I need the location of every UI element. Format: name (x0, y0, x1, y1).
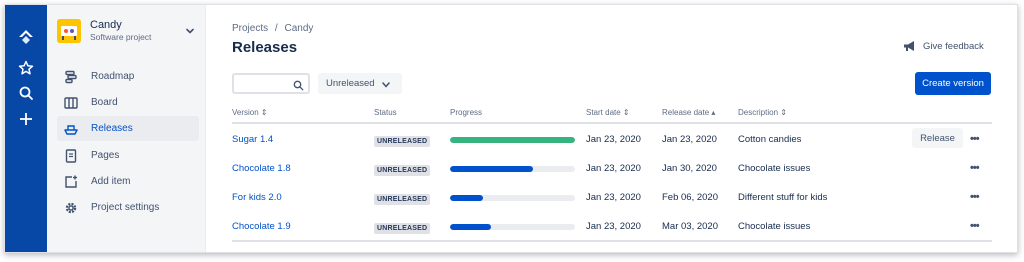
column-header-release-date[interactable]: Release date ▴ (662, 108, 715, 117)
version-link[interactable]: Chocolate 1.8 (232, 163, 291, 174)
search-icon[interactable] (14, 81, 38, 105)
more-actions-icon[interactable]: ••• (970, 191, 980, 203)
column-header-version[interactable]: Version ⇕ (232, 108, 268, 117)
release-button[interactable]: Release (912, 128, 963, 148)
sidebar-item-board[interactable]: Board (57, 90, 199, 115)
give-feedback-label: Give feedback (923, 40, 984, 52)
table-row: Chocolate 1.9 UNRELEASED Jan 23, 2020 Ma… (232, 211, 992, 240)
sidebar-item-label: Pages (91, 150, 120, 161)
breadcrumb-separator: / (274, 23, 278, 34)
plus-icon[interactable] (14, 107, 38, 131)
start-date: Jan 23, 2020 (586, 134, 641, 145)
status-badge: UNRELEASED (374, 223, 431, 234)
sidebar-item-label: Board (91, 97, 118, 108)
app-window: Candy Software project Roadmap Board Rel… (4, 4, 1018, 253)
start-date: Jan 23, 2020 (586, 163, 641, 174)
jira-logo-icon[interactable] (14, 25, 38, 49)
star-icon[interactable] (14, 56, 38, 80)
sidebar-item-label: Roadmap (91, 71, 135, 82)
table-header: Version ⇕ Status Progress Start date ⇕ R… (232, 105, 992, 124)
project-type: Software project (90, 32, 152, 42)
search-input[interactable] (232, 73, 310, 94)
description: Cotton candies (738, 134, 802, 145)
page-title: Releases (232, 39, 298, 56)
main-content: Projects / Candy Releases Give feedback … (205, 5, 1017, 252)
more-actions-icon[interactable]: ••• (970, 133, 980, 145)
breadcrumb-candy[interactable]: Candy (284, 23, 313, 34)
ship-icon (63, 121, 79, 137)
sidebar-item-releases[interactable]: Releases (57, 116, 199, 141)
chevron-down-icon (382, 80, 390, 91)
column-header-progress: Progress (450, 108, 483, 117)
create-version-button[interactable]: Create version (915, 72, 991, 95)
table-row: Chocolate 1.8 UNRELEASED Jan 23, 2020 Ja… (232, 153, 992, 182)
table-divider (232, 240, 992, 242)
sidebar-item-pages[interactable]: Pages (57, 143, 199, 168)
give-feedback-button[interactable]: Give feedback (903, 39, 984, 53)
release-date: Jan 23, 2020 (662, 134, 717, 145)
progress-fill (450, 224, 492, 230)
status-filter-dropdown[interactable]: Unreleased (318, 73, 402, 94)
megaphone-icon (903, 40, 917, 52)
gear-icon (63, 200, 79, 216)
progress-fill (450, 137, 575, 143)
progress-bar (450, 166, 575, 172)
column-header-status: Status (374, 108, 397, 117)
progress-fill (450, 195, 483, 201)
table-row: For kids 2.0 UNRELEASED Jan 23, 2020 Feb… (232, 182, 992, 211)
column-header-description[interactable]: Description ⇕ (738, 108, 787, 117)
more-actions-icon[interactable]: ••• (970, 220, 980, 232)
version-link[interactable]: For kids 2.0 (232, 192, 282, 203)
chevron-down-icon[interactable] (185, 23, 195, 41)
description: Chocolate issues (738, 163, 811, 174)
global-nav (5, 5, 47, 252)
version-link[interactable]: Sugar 1.4 (232, 134, 273, 145)
release-date: Jan 30, 2020 (662, 163, 717, 174)
page-icon (63, 148, 79, 164)
progress-fill (450, 166, 533, 172)
column-header-start-date[interactable]: Start date ⇕ (586, 108, 630, 117)
release-date: Mar 03, 2020 (662, 221, 718, 232)
more-actions-icon[interactable]: ••• (970, 162, 980, 174)
releases-table: Version ⇕ Status Progress Start date ⇕ R… (232, 105, 992, 242)
search-icon (293, 78, 304, 96)
status-badge: UNRELEASED (374, 194, 431, 205)
breadcrumb: Projects / Candy (232, 23, 313, 34)
description: Different stuff for kids (738, 192, 828, 203)
table-row: Sugar 1.4 UNRELEASED Jan 23, 2020 Jan 23… (232, 124, 992, 153)
progress-bar (450, 137, 575, 143)
sidebar-item-label: Project settings (91, 202, 160, 213)
project-avatar (57, 19, 81, 43)
progress-bar (450, 195, 575, 201)
status-badge: UNRELEASED (374, 165, 431, 176)
sidebar-item-roadmap[interactable]: Roadmap (57, 64, 199, 89)
version-link[interactable]: Chocolate 1.9 (232, 221, 291, 232)
sidebar-item-label: Add item (91, 176, 131, 187)
release-date: Feb 06, 2020 (662, 192, 718, 203)
status-badge: UNRELEASED (374, 136, 431, 147)
project-sidebar: Candy Software project Roadmap Board Rel… (47, 5, 206, 252)
project-switcher[interactable]: Candy Software project (57, 19, 195, 53)
start-date: Jan 23, 2020 (586, 221, 641, 232)
breadcrumb-projects[interactable]: Projects (232, 23, 268, 34)
project-name: Candy (90, 19, 122, 31)
progress-bar (450, 224, 575, 230)
sidebar-item-label: Releases (91, 123, 133, 134)
filter-selected-value: Unreleased (326, 78, 375, 89)
description: Chocolate issues (738, 221, 811, 232)
start-date: Jan 23, 2020 (586, 192, 641, 203)
roadmap-icon (63, 69, 79, 85)
sidebar-item-project-settings[interactable]: Project settings (57, 195, 199, 220)
board-icon (63, 95, 79, 111)
add-item-icon (63, 174, 79, 190)
sidebar-item-add-item[interactable]: Add item (57, 169, 199, 194)
